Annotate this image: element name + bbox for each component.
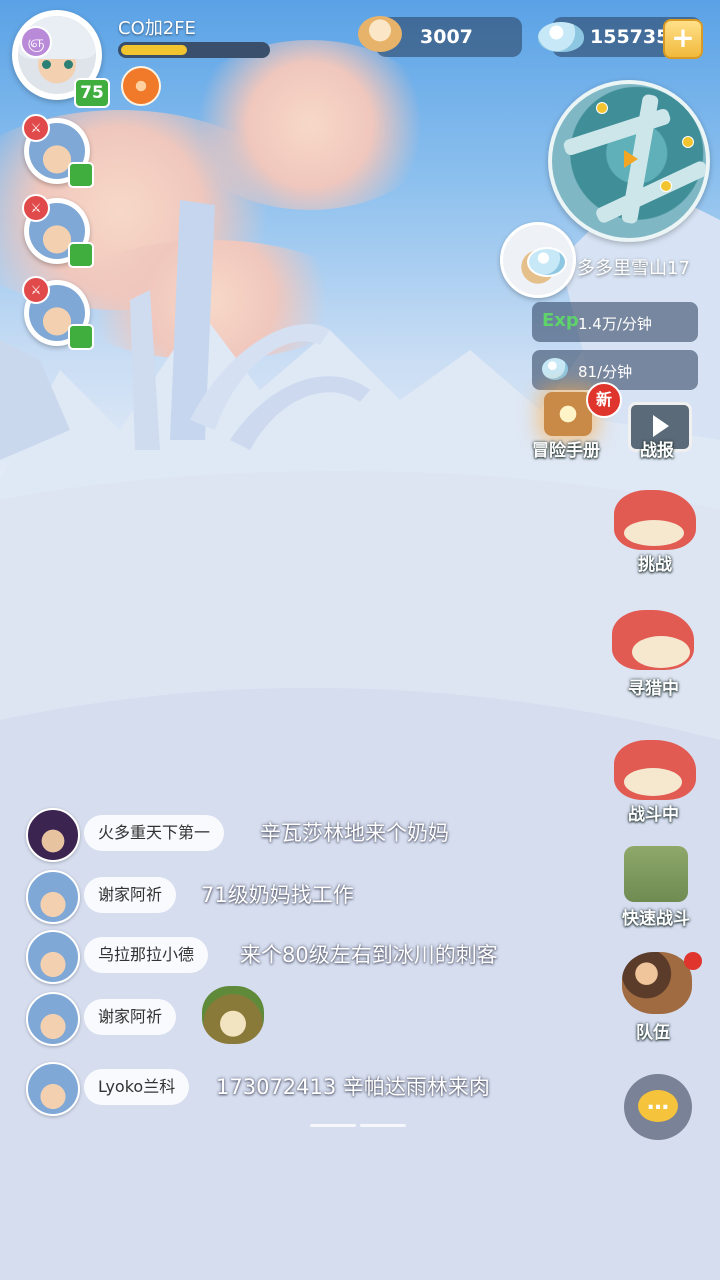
- player-level-badge: 75: [74, 78, 110, 108]
- speech-bubble-icon: …: [638, 1090, 678, 1122]
- chat-avatar: [26, 930, 80, 984]
- chat-icon: [68, 242, 94, 268]
- portrait-eye: [42, 60, 51, 69]
- chat-icon: [68, 162, 94, 188]
- handbook-label: 冒险手册: [532, 441, 600, 461]
- frog-sticker-icon: [202, 986, 264, 1044]
- rank-icon: ஞ: [20, 26, 52, 58]
- chat-sender: 乌拉那拉小德: [84, 937, 209, 973]
- team-label: 队伍: [636, 1023, 670, 1043]
- play-icon: [653, 415, 669, 437]
- minimap-marker: [596, 102, 608, 114]
- party-member-1[interactable]: ⚔: [22, 114, 94, 188]
- player-position-arrow: [624, 150, 638, 168]
- team-icon[interactable]: [622, 952, 692, 1014]
- ice-gem-icon: [538, 22, 584, 52]
- chat-sender: 谢家阿祈: [84, 999, 177, 1035]
- sword-icon: ⚔: [22, 194, 50, 222]
- fighting-label: 战斗中: [628, 805, 679, 825]
- party-member-2[interactable]: ⚔: [22, 194, 94, 268]
- dino-belly: [624, 768, 682, 796]
- chat-icon: [68, 324, 94, 350]
- chat-text: 来个80级左右到冰川的刺客: [240, 943, 498, 967]
- challenge-label: 挑战: [638, 555, 672, 575]
- chat-text: 辛瓦莎林地来个奶妈: [260, 821, 449, 845]
- ice-gem-icon: [527, 247, 567, 277]
- chat-text: 173072413 辛帕达雨林来肉: [216, 1075, 490, 1099]
- ice-gem-icon: [542, 358, 568, 380]
- party-member-3[interactable]: ⚔: [22, 276, 94, 350]
- exp-rate: 1.4万/分钟: [578, 315, 652, 333]
- buff-icon[interactable]: [121, 66, 161, 106]
- battle-report-label: 战报: [640, 441, 674, 461]
- dino-belly: [624, 520, 684, 546]
- page-indicator: [310, 1124, 356, 1127]
- chat-sender: Lyoko兰科: [84, 1069, 190, 1105]
- page-indicator: [360, 1124, 406, 1127]
- xp-bar-fill: [121, 45, 187, 55]
- minimap-marker: [682, 136, 694, 148]
- chat-button[interactable]: …: [624, 1074, 692, 1140]
- sword-icon: ⚔: [22, 276, 50, 304]
- team-alert-dot: [684, 952, 702, 970]
- chat-sender: 火多重天下第一: [84, 815, 225, 851]
- minimap[interactable]: [548, 80, 710, 242]
- chat-sender: 谢家阿祈: [84, 877, 177, 913]
- sword-icon: ⚔: [22, 114, 50, 142]
- totem-icon[interactable]: [624, 846, 688, 902]
- exp-label: Exp: [542, 310, 579, 331]
- dino-belly: [632, 636, 690, 668]
- chat-avatar: [26, 1062, 80, 1116]
- quick-battle-label: 快速战斗: [622, 909, 690, 929]
- chat-text: 71级奶妈找工作: [201, 883, 354, 907]
- zone-name: 多多里雪山17: [577, 258, 690, 279]
- chat-avatar: [26, 870, 80, 924]
- chat-avatar: [26, 992, 80, 1046]
- game-scene: ஞ 75 CO加2FE 3007 155735 + ⚔ ⚔ ⚔ 多多里雪山17 …: [0, 0, 720, 1280]
- add-gems-button[interactable]: +: [663, 19, 703, 59]
- gem-rate: 81/分钟: [578, 363, 633, 381]
- handbook-icon: [544, 392, 592, 436]
- gem-count: 155735: [590, 26, 670, 48]
- player-name: CO加2FE: [118, 18, 196, 39]
- minimap-marker: [660, 180, 672, 192]
- hunting-label: 寻猎中: [628, 679, 679, 699]
- chat-avatar: [26, 808, 80, 862]
- exp-rate-pill: Exp 1.4万/分钟: [532, 302, 698, 342]
- xp-bar: [118, 42, 270, 58]
- new-badge: 新: [586, 382, 622, 418]
- pearl-shell-icon: [358, 16, 402, 52]
- portrait-eye: [64, 60, 73, 69]
- shell-count: 3007: [420, 26, 473, 48]
